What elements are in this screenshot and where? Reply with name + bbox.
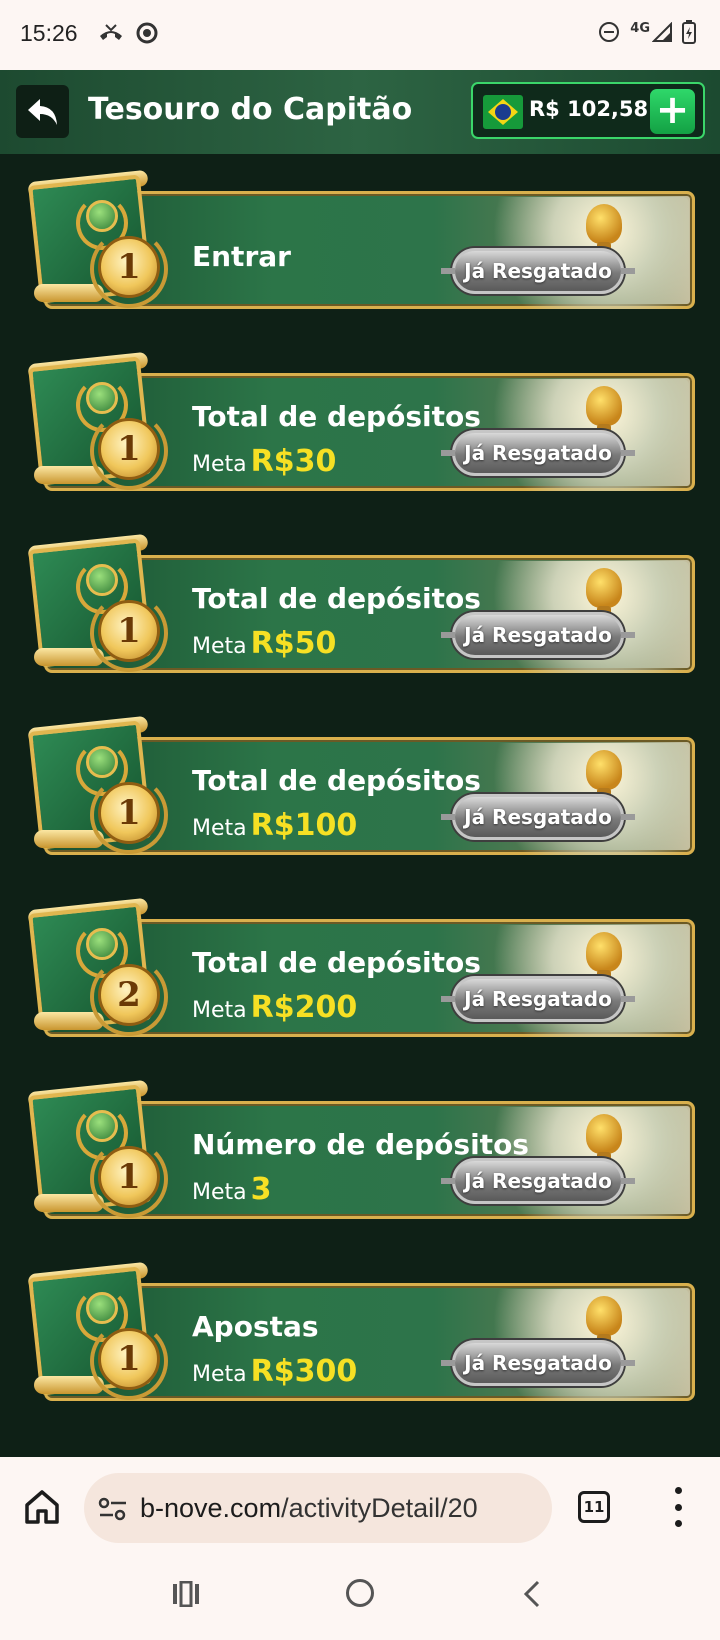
medal-badge: 1 <box>98 1146 160 1208</box>
goal-value: R$100 <box>250 808 358 843</box>
medal-badge: 1 <box>98 782 160 844</box>
page-title: Tesouro do Capitão <box>88 92 413 127</box>
task-title: Número de depósitos <box>192 1128 529 1161</box>
task-list: 1 Entrar Já Resgatado 1 Total de depósit… <box>0 154 720 1457</box>
scroll-icon: 2 <box>20 897 172 1044</box>
task-title: Apostas <box>192 1310 319 1343</box>
scroll-icon: 1 <box>20 533 172 680</box>
claimed-button[interactable]: Já Resgatado <box>441 612 635 658</box>
back-button[interactable] <box>16 85 69 138</box>
goal-value: R$50 <box>250 626 337 661</box>
goal-value: 3 <box>250 1172 272 1207</box>
task-goal: Meta R$30 <box>192 444 336 479</box>
task-card: 1 Apostas Meta R$300 Já Resgatado <box>20 1261 695 1408</box>
more-menu-icon[interactable] <box>672 1487 684 1527</box>
goal-label: Meta <box>192 1180 247 1205</box>
claimed-button[interactable]: Já Resgatado <box>441 794 635 840</box>
dnd-icon <box>599 22 620 42</box>
soccer-ball-icon <box>86 200 118 232</box>
soccer-ball-icon <box>86 1110 118 1142</box>
claimed-button[interactable]: Já Resgatado <box>441 1340 635 1386</box>
soccer-ball-icon <box>86 928 118 960</box>
back-arrow-icon <box>27 98 57 125</box>
scroll-icon: 1 <box>20 1261 172 1408</box>
claimed-button[interactable]: Já Resgatado <box>441 976 635 1022</box>
status-time: 15:26 <box>20 20 78 46</box>
task-title: Total de depósitos <box>192 582 481 615</box>
back-nav-icon[interactable] <box>520 1579 544 1609</box>
soccer-ball-icon <box>86 564 118 596</box>
soccer-ball-icon <box>86 382 118 414</box>
tab-count: 11 <box>583 1498 605 1516</box>
soccer-ball-icon <box>86 1292 118 1324</box>
network-type: 4G <box>630 20 650 36</box>
task-goal: Meta R$200 <box>192 990 357 1025</box>
browser-toolbar: b-nove.com/activityDetail/20 11 <box>0 1457 720 1559</box>
plus-icon: + <box>655 86 690 133</box>
claimed-button[interactable]: Já Resgatado <box>441 430 635 476</box>
task-title: Total de depósitos <box>192 946 481 979</box>
task-title: Total de depósitos <box>192 400 481 433</box>
deposit-button[interactable]: + <box>650 89 695 134</box>
task-card: 1 Total de depósitos Meta R$50 Já Resgata… <box>20 533 695 680</box>
url-path: /activityDetail/20 <box>281 1493 478 1523</box>
goal-label: Meta <box>192 452 247 477</box>
home-icon[interactable] <box>22 1487 62 1527</box>
medal-badge: 1 <box>98 418 160 480</box>
claimed-button[interactable]: Já Resgatado <box>441 1158 635 1204</box>
app-header: Tesouro do Capitão R$ 102,58 + <box>0 70 720 154</box>
goal-value: R$200 <box>250 990 358 1025</box>
task-title: Total de depósitos <box>192 764 481 797</box>
system-nav-bar <box>0 1559 720 1640</box>
task-title: Entrar <box>192 240 291 273</box>
soccer-ball-icon <box>86 746 118 778</box>
task-goal: Meta R$100 <box>192 808 357 843</box>
balance-amount: R$ 102,58 <box>529 97 649 121</box>
scroll-icon: 1 <box>20 715 172 862</box>
scroll-icon: 1 <box>20 169 172 316</box>
tab-switcher-icon[interactable]: 11 <box>578 1491 610 1523</box>
claimed-button[interactable]: Já Resgatado <box>441 248 635 294</box>
task-card: 1 Entrar Já Resgatado <box>20 169 695 316</box>
missed-call-icon <box>100 24 122 40</box>
task-card: 1 Total de depósitos Meta R$100 Já Resgat… <box>20 715 695 862</box>
task-card: 1 Total de depósitos Meta R$30 Já Resgata… <box>20 351 695 498</box>
scroll-icon: 1 <box>20 351 172 498</box>
medal-badge: 1 <box>98 236 160 298</box>
recents-icon[interactable] <box>172 1581 200 1607</box>
medal-badge: 2 <box>98 964 160 1026</box>
home-nav-icon[interactable] <box>346 1579 374 1607</box>
goal-value: R$300 <box>250 1354 358 1389</box>
task-goal: Meta 3 <box>192 1172 272 1207</box>
task-card: 2 Total de depósitos Meta R$200 Já Resgat… <box>20 897 695 1044</box>
task-goal: Meta R$50 <box>192 626 336 661</box>
goal-label: Meta <box>192 816 247 841</box>
goal-label: Meta <box>192 634 247 659</box>
task-card: 1 Número de depósitos Meta 3 Já Resgatado <box>20 1079 695 1226</box>
balance-widget[interactable]: R$ 102,58 + <box>471 82 705 139</box>
goal-label: Meta <box>192 1362 247 1387</box>
battery-charging-icon <box>682 20 696 44</box>
task-goal: Meta R$300 <box>192 1354 357 1389</box>
chrome-icon <box>136 22 158 44</box>
brazil-flag-icon <box>483 95 523 129</box>
status-bar: 15:26 4G <box>0 0 720 70</box>
url-text[interactable]: b-nove.com/activityDetail/20 <box>140 1493 478 1524</box>
medal-badge: 1 <box>98 600 160 662</box>
status-icons: 4G <box>598 20 696 44</box>
goal-label: Meta <box>192 998 247 1023</box>
medal-badge: 1 <box>98 1328 160 1390</box>
url-domain: b-nove.com <box>140 1493 282 1523</box>
goal-value: R$30 <box>250 444 337 479</box>
site-settings-icon[interactable] <box>98 1497 128 1521</box>
signal-icon <box>652 22 672 42</box>
scroll-icon: 1 <box>20 1079 172 1226</box>
